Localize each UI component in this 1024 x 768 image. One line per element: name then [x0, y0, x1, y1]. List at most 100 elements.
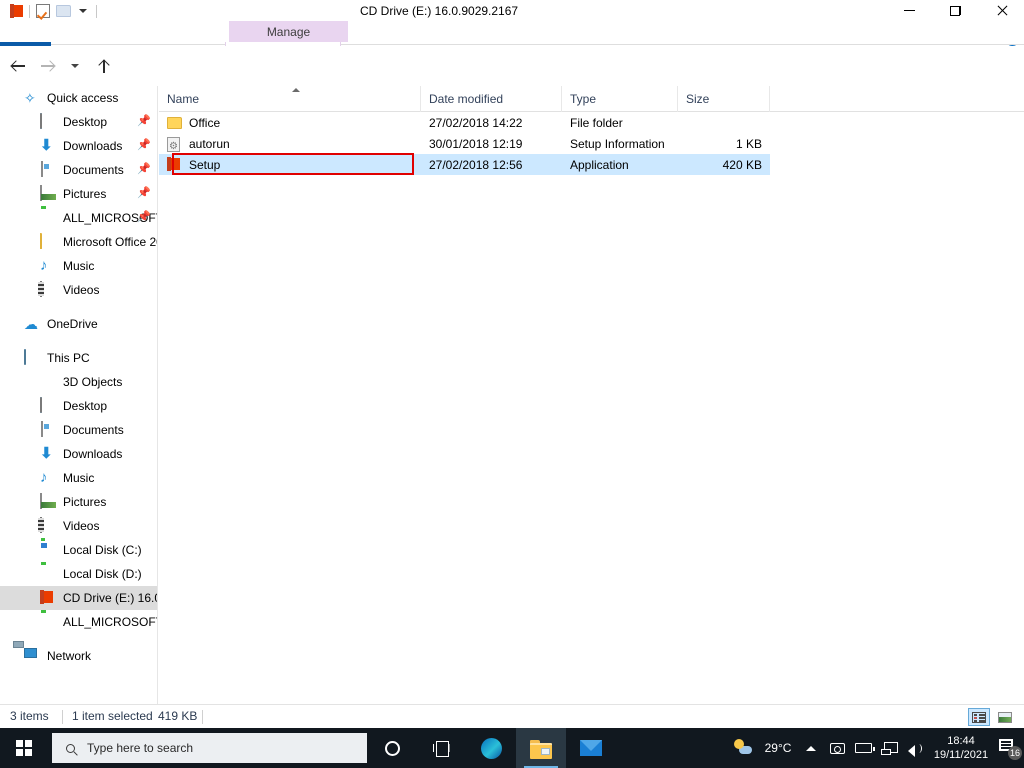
up-button[interactable] — [90, 54, 116, 78]
navigation-bar: › This PC › CD Drive (E:) 16.0.9029.2167… — [0, 46, 1024, 124]
cortana-button[interactable] — [367, 728, 417, 768]
sidebar-item-pictures-pc[interactable]: Pictures — [0, 490, 157, 514]
sidebar-item-music[interactable]: ♪ Music — [0, 254, 157, 278]
task-view-button[interactable] — [416, 728, 466, 768]
large-icons-view-button[interactable] — [994, 708, 1016, 726]
volume-button[interactable] — [902, 728, 930, 768]
table-row[interactable]: autorun 30/01/2018 12:19 Setup Informati… — [159, 133, 770, 154]
cell-size: 420 KB — [722, 157, 762, 172]
sidebar-item-all-microsoft[interactable]: ALL_MICROSOFT 📌 — [0, 206, 157, 230]
folder-icon — [167, 115, 183, 131]
drive-icon — [40, 614, 56, 630]
inf-file-icon — [167, 136, 183, 152]
sidebar-item-microsoft-office[interactable]: Microsoft Office 201 — [0, 230, 157, 254]
pin-icon: 📌 — [137, 211, 151, 223]
cell-name: autorun — [167, 133, 421, 154]
sidebar-item-local-disk-c[interactable]: Local Disk (C:) — [0, 538, 157, 562]
file-list-pane[interactable]: Name Date modified Type Size Office 27/0… — [159, 86, 1024, 704]
item-count-label: 3 items — [10, 709, 49, 723]
cloud-icon: ☁ — [24, 316, 38, 332]
customize-qat-icon[interactable] — [73, 2, 93, 20]
sidebar-item-label: ALL_MICROSOFT_O — [63, 615, 157, 629]
task-view-icon — [432, 741, 450, 757]
column-header-date-modified[interactable]: Date modified — [421, 86, 562, 112]
nav-buttons — [6, 54, 116, 78]
office-cd-icon[interactable] — [6, 2, 26, 20]
sidebar-item-all-microsoft-o[interactable]: ALL_MICROSOFT_O — [0, 610, 157, 634]
network-icon — [24, 648, 40, 664]
sidebar-item-desktop-pc[interactable]: Desktop — [0, 394, 157, 418]
table-row-setup[interactable]: Setup 27/02/2018 12:56 Application 420 K… — [159, 153, 770, 175]
sidebar-item-onedrive[interactable]: ☁ OneDrive — [0, 312, 157, 336]
sidebar-item-local-disk-d[interactable]: Local Disk (D:) — [0, 562, 157, 586]
tray-overflow-button[interactable] — [798, 728, 824, 768]
chevron-up-icon — [806, 745, 816, 751]
navigation-pane[interactable]: ✧ Quick access Desktop 📌 ⬇ Downloads 📌 D… — [0, 86, 158, 704]
network-button[interactable] — [876, 728, 902, 768]
sidebar-item-videos-pc[interactable]: Videos — [0, 514, 157, 538]
notifications-button[interactable]: 16 — [992, 728, 1024, 768]
star-icon: ✧ — [24, 90, 36, 106]
details-view-button[interactable] — [968, 708, 990, 726]
ribbon-tab-strip: Manage File Home Share View Application … — [0, 21, 1024, 66]
pin-icon: 📌 — [137, 139, 151, 151]
office-cd-icon — [40, 590, 56, 606]
sidebar-item-this-pc[interactable]: This PC — [0, 346, 157, 370]
status-divider — [62, 710, 63, 724]
sidebar-item-downloads[interactable]: ⬇ Downloads 📌 — [0, 134, 157, 158]
sidebar-item-documents[interactable]: Documents 📌 — [0, 158, 157, 182]
column-header-type[interactable]: Type — [562, 86, 678, 112]
sidebar-item-quick-access[interactable]: ✧ Quick access — [0, 86, 157, 110]
start-button[interactable] — [0, 728, 48, 768]
sidebar-item-cd-drive-e[interactable]: CD Drive (E:) 16.0.90 — [0, 586, 157, 610]
clock-date: 19/11/2021 — [933, 749, 989, 761]
clock-time: 18:44 — [947, 735, 975, 747]
contextual-tab-header: Manage — [229, 21, 348, 42]
sidebar-item-3d-objects[interactable]: 3D Objects — [0, 370, 157, 394]
maximize-restore-button[interactable] — [932, 0, 978, 21]
temperature-label[interactable]: 29°C — [758, 728, 798, 768]
sidebar-item-videos[interactable]: Videos — [0, 278, 157, 302]
videos-icon — [40, 281, 56, 298]
table-row[interactable]: Office 27/02/2018 14:22 File folder — [159, 112, 770, 133]
column-header-name[interactable]: Name — [159, 86, 421, 112]
pin-icon: 📌 — [137, 187, 151, 199]
taskbar-search-box[interactable]: Type here to search — [52, 733, 367, 763]
details-view-icon — [972, 711, 986, 723]
sidebar-item-documents-pc[interactable]: Documents — [0, 418, 157, 442]
pictures-icon — [40, 493, 56, 510]
properties-icon[interactable] — [33, 2, 53, 20]
camera-icon — [829, 742, 845, 754]
downloads-icon: ⬇ — [40, 445, 53, 462]
sidebar-item-music-pc[interactable]: ♪ Music — [0, 466, 157, 490]
edge-button[interactable] — [466, 728, 516, 768]
mail-button[interactable] — [566, 728, 616, 768]
taskbar-search-input[interactable]: Type here to search — [87, 741, 193, 755]
cell-type: Setup Information — [570, 136, 665, 151]
title-bar: CD Drive (E:) 16.0.9029.2167 — [0, 0, 1024, 21]
weather-button[interactable] — [728, 728, 758, 768]
column-header-size[interactable]: Size — [678, 86, 770, 112]
documents-icon — [40, 421, 56, 438]
camera-button[interactable] — [824, 728, 850, 768]
clock-button[interactable]: 18:44 19/11/2021 — [930, 728, 992, 768]
back-button[interactable] — [6, 54, 32, 78]
pc-icon — [24, 349, 40, 366]
mail-icon — [580, 740, 602, 756]
minimize-button[interactable] — [886, 0, 932, 21]
battery-button[interactable] — [850, 728, 876, 768]
sidebar-item-label: Downloads — [63, 139, 123, 153]
sidebar-item-label: Documents — [63, 163, 124, 177]
sidebar-item-downloads-pc[interactable]: ⬇ Downloads — [0, 442, 157, 466]
file-rows: Office 27/02/2018 14:22 File folder auto… — [159, 112, 1024, 175]
file-explorer-button[interactable] — [516, 728, 566, 768]
taskbar: Type here to search 29°C 18:44 19/11/202… — [0, 728, 1024, 768]
forward-button[interactable] — [34, 54, 60, 78]
new-folder-icon[interactable] — [53, 2, 73, 20]
sidebar-item-pictures[interactable]: Pictures 📌 — [0, 182, 157, 206]
qat-divider — [29, 4, 30, 18]
sidebar-item-network[interactable]: Network — [0, 644, 157, 668]
close-button[interactable] — [978, 0, 1024, 21]
recent-locations-button[interactable] — [62, 54, 88, 78]
sidebar-item-desktop[interactable]: Desktop 📌 — [0, 110, 157, 134]
